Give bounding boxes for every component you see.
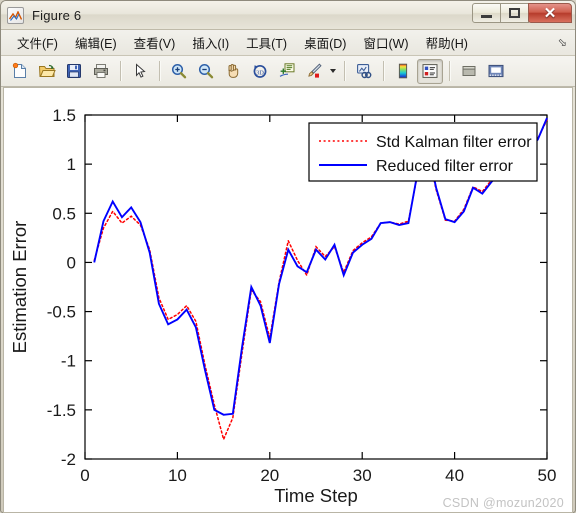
title-bar: Figure 6 ✕	[1, 1, 575, 30]
link-plot-button[interactable]	[351, 59, 377, 84]
data-cursor-icon	[279, 63, 295, 77]
rotate-3d-icon: 3D	[253, 64, 267, 78]
figure-canvas[interactable]: 0 10 20 30 40 50 -2 -1.5 -1 -0.5 0 0.5 1 1.5 Time St…	[3, 87, 573, 513]
legend-label-reduced: Reduced filter error	[376, 158, 514, 175]
svg-text:30: 30	[353, 466, 372, 485]
hide-plot-tools-icon	[462, 66, 476, 76]
hide-plot-tools-button[interactable]	[456, 59, 482, 84]
show-plot-tools-button[interactable]	[483, 59, 509, 84]
svg-text:1: 1	[67, 155, 76, 174]
open-folder-icon	[38, 64, 56, 77]
show-plot-tools-icon	[488, 64, 504, 78]
menu-item-window[interactable]: 窗口(W)	[355, 30, 417, 55]
svg-text:-2: -2	[61, 450, 76, 469]
svg-text:10: 10	[168, 466, 187, 485]
x-axis-label: Time Step	[274, 485, 358, 506]
svg-text:0.5: 0.5	[52, 204, 76, 223]
new-document-icon	[12, 62, 26, 78]
colorbar-button[interactable]	[390, 59, 416, 84]
menu-item-tools[interactable]: 工具(T)	[238, 30, 296, 55]
colorbar-icon	[398, 63, 408, 79]
toolbar-separator	[383, 61, 384, 81]
maximize-icon	[509, 8, 520, 18]
window-controls: ✕	[472, 3, 572, 23]
magnifier-plus-icon	[171, 63, 187, 79]
zoom-out-button[interactable]	[193, 59, 219, 84]
rotate-3d-button[interactable]: 3D	[247, 59, 273, 84]
svg-text:-1: -1	[61, 352, 76, 371]
chevron-down-icon	[330, 69, 336, 73]
svg-text:0: 0	[67, 253, 76, 272]
watermark-text: CSDN @mozun2020	[442, 496, 564, 510]
pan-button[interactable]	[220, 59, 246, 84]
close-button[interactable]: ✕	[528, 3, 572, 23]
svg-text:1.5: 1.5	[52, 106, 76, 125]
plot-legend[interactable]: Std Kalman filter error Reduced filter e…	[308, 122, 538, 182]
save-figure-button[interactable]	[61, 59, 87, 84]
svg-text:-0.5: -0.5	[47, 303, 76, 322]
data-cursor-button[interactable]	[274, 59, 300, 84]
hand-pan-icon	[228, 64, 239, 78]
menu-item-view[interactable]: 查看(V)	[126, 30, 185, 55]
figure-window: Figure 6 ✕ 文件(F) 编辑(E) 查看(V) 插入(I) 工具(T)…	[0, 0, 576, 513]
edit-plot-button[interactable]	[127, 59, 153, 84]
maximize-button[interactable]	[500, 3, 529, 23]
printer-icon	[94, 64, 108, 78]
magnifier-minus-icon	[198, 63, 214, 79]
menu-overflow-icon[interactable]: ⬂	[558, 36, 567, 49]
y-axis-label: Estimation Error	[9, 221, 30, 354]
menu-item-insert[interactable]: 插入(I)	[184, 30, 238, 55]
svg-text:50: 50	[538, 466, 557, 485]
brush-button[interactable]	[301, 59, 327, 84]
legend-button[interactable]	[417, 58, 443, 84]
svg-text:0: 0	[80, 466, 89, 485]
toolbar-separator	[120, 61, 121, 81]
menu-item-desktop[interactable]: 桌面(D)	[296, 30, 355, 55]
svg-text:-1.5: -1.5	[47, 401, 76, 420]
save-disk-icon	[67, 64, 81, 78]
menu-item-file[interactable]: 文件(F)	[9, 30, 67, 55]
minimize-icon	[481, 14, 492, 18]
matlab-wave-glyph	[9, 10, 22, 21]
estimation-error-plot: 0 10 20 30 40 50 -2 -1.5 -1 -0.5 0 0.5 1 1.5 Time St…	[9, 106, 557, 506]
toolbar-separator	[344, 61, 345, 81]
svg-text:40: 40	[445, 466, 464, 485]
brush-icon	[308, 63, 322, 78]
new-figure-button[interactable]	[7, 59, 33, 84]
menu-bar: 文件(F) 编辑(E) 查看(V) 插入(I) 工具(T) 桌面(D) 窗口(W…	[1, 30, 575, 56]
legend-icon	[422, 64, 438, 78]
print-figure-button[interactable]	[88, 59, 114, 84]
svg-text:3D: 3D	[256, 69, 264, 76]
window-title: Figure 6	[32, 7, 82, 23]
arrow-pointer-icon	[136, 63, 146, 78]
menu-item-help[interactable]: 帮助(H)	[418, 30, 477, 55]
tool-bar: 3D	[1, 56, 575, 87]
toolbar-separator	[449, 61, 450, 81]
menu-item-edit[interactable]: 编辑(E)	[67, 30, 126, 55]
zoom-in-button[interactable]	[166, 59, 192, 84]
svg-text:20: 20	[260, 466, 279, 485]
toolbar-separator	[159, 61, 160, 81]
close-icon: ✕	[543, 4, 557, 22]
open-file-button[interactable]	[34, 59, 60, 84]
minimize-button[interactable]	[472, 3, 501, 23]
link-plot-icon	[357, 64, 372, 79]
matlab-figure-icon	[7, 6, 24, 24]
brush-dropdown-arrow[interactable]	[328, 59, 338, 84]
legend-label-std-kalman: Std Kalman filter error	[376, 134, 532, 151]
